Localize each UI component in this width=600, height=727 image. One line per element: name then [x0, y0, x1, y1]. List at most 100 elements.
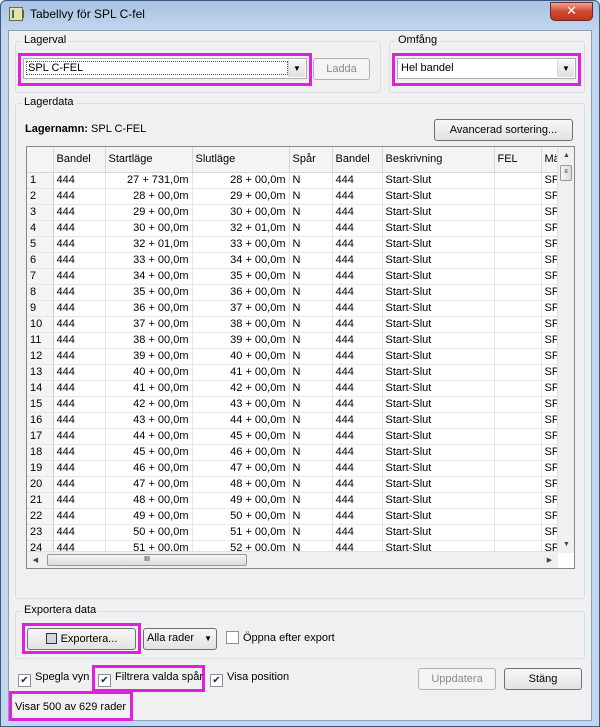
table-cell[interactable]: 47 + 00,0m	[192, 460, 290, 477]
table-cell[interactable]: SP	[541, 268, 558, 285]
title-bar[interactable]: Tabellvy för SPL C-fel ✕	[1, 1, 599, 27]
table-cell[interactable]: 36 + 00,0m	[105, 300, 193, 317]
table-cell[interactable]: 444	[53, 188, 106, 205]
table-cell[interactable]: SP	[541, 524, 558, 541]
advanced-sort-button[interactable]: Avancerad sortering...	[434, 119, 573, 141]
scope-select[interactable]: Hel bandel ▼	[397, 58, 576, 79]
table-cell[interactable]: 38 + 00,0m	[105, 332, 193, 349]
table-cell[interactable]: 48 + 00,0m	[105, 492, 193, 509]
table-cell[interactable]: N	[289, 492, 333, 509]
table-cell[interactable]	[494, 348, 542, 365]
table-cell[interactable]: N	[289, 524, 333, 541]
table-cell[interactable]	[494, 444, 542, 461]
chevron-down-icon[interactable]: ▼	[204, 634, 212, 643]
table-cell[interactable]	[494, 284, 542, 301]
table-row[interactable]: 12 444 39 + 00,0m 40 + 00,0m N 444 Start-Slut S…	[27, 348, 558, 365]
table-cell[interactable]	[494, 492, 542, 509]
table-cell[interactable]: N	[289, 332, 333, 349]
table-cell[interactable]: 49 + 00,0m	[192, 492, 290, 509]
table-cell[interactable]: 46 + 00,0m	[105, 460, 193, 477]
load-button[interactable]: Ladda	[313, 58, 370, 80]
row-number[interactable]: 8	[27, 284, 54, 301]
table-cell[interactable]: Start-Slut	[382, 380, 495, 397]
table-cell[interactable]: 444	[332, 220, 383, 237]
table-cell[interactable]: 42 + 00,0m	[105, 396, 193, 413]
table-cell[interactable]: 32 + 01,0m	[192, 220, 290, 237]
scroll-left-icon[interactable]: ◀	[27, 552, 44, 568]
table-cell[interactable]: SP	[541, 284, 558, 301]
row-number[interactable]: 18	[27, 444, 54, 461]
close-window-button[interactable]: ✕	[550, 2, 593, 21]
table-cell[interactable]	[494, 220, 542, 237]
table-cell[interactable]: 50 + 00,0m	[192, 508, 290, 525]
table-cell[interactable]: 34 + 00,0m	[105, 268, 193, 285]
table-cell[interactable]: 29 + 00,0m	[105, 204, 193, 221]
table-cell[interactable]: Start-Slut	[382, 236, 495, 253]
row-number[interactable]: 7	[27, 268, 54, 285]
table-cell[interactable]: Start-Slut	[382, 428, 495, 445]
table-cell[interactable]: 444	[332, 444, 383, 461]
table-cell[interactable]: 444	[332, 364, 383, 381]
row-number[interactable]: 17	[27, 428, 54, 445]
table-cell[interactable]: 45 + 00,0m	[192, 428, 290, 445]
table-cell[interactable]: 444	[53, 300, 106, 317]
table-cell[interactable]: 444	[332, 476, 383, 493]
table-cell[interactable]: 37 + 00,0m	[105, 316, 193, 333]
column-header[interactable]: Bandel	[332, 147, 383, 173]
scroll-right-icon[interactable]: ▶	[541, 552, 558, 568]
layer-select[interactable]: SPL C-FEL ▼	[23, 58, 307, 79]
table-cell[interactable]: 444	[53, 412, 106, 429]
table-cell[interactable]	[494, 204, 542, 221]
table-cell[interactable]: SP	[541, 332, 558, 349]
table-cell[interactable]: 45 + 00,0m	[105, 444, 193, 461]
table-cell[interactable]: N	[289, 252, 333, 269]
table-row[interactable]: 20 444 47 + 00,0m 48 + 00,0m N 444 Start-Slut S…	[27, 476, 558, 493]
table-cell[interactable]: 444	[53, 380, 106, 397]
table-cell[interactable]: Start-Slut	[382, 204, 495, 221]
table-cell[interactable]: 444	[53, 444, 106, 461]
table-cell[interactable]: 444	[332, 204, 383, 221]
table-cell[interactable]: 42 + 00,0m	[192, 380, 290, 397]
table-cell[interactable]: N	[289, 204, 333, 221]
table-cell[interactable]: SP	[541, 252, 558, 269]
row-number[interactable]: 23	[27, 524, 54, 541]
table-cell[interactable]: Start-Slut	[382, 524, 495, 541]
checkbox-box[interactable]	[226, 631, 239, 644]
table-cell[interactable]: N	[289, 364, 333, 381]
table-cell[interactable]: Start-Slut	[382, 444, 495, 461]
scroll-down-icon[interactable]: ▼	[558, 536, 574, 553]
table-row[interactable]: 10 444 37 + 00,0m 38 + 00,0m N 444 Start-Slut S…	[27, 316, 558, 333]
table-cell[interactable]: 444	[332, 188, 383, 205]
check-icon[interactable]: ✔	[210, 674, 223, 687]
table-cell[interactable]: 29 + 00,0m	[192, 188, 290, 205]
table-cell[interactable]: 444	[332, 300, 383, 317]
horizontal-scrollbar[interactable]: ◀ III ▶	[27, 551, 558, 568]
table-cell[interactable]: 444	[332, 492, 383, 509]
table-cell[interactable]: Start-Slut	[382, 412, 495, 429]
table-row[interactable]: 15 444 42 + 00,0m 43 + 00,0m N 444 Start-Slut S…	[27, 396, 558, 413]
table-cell[interactable]: Start-Slut	[382, 284, 495, 301]
table-row[interactable]: 14 444 41 + 00,0m 42 + 00,0m N 444 Start-Slut S…	[27, 380, 558, 397]
table-cell[interactable]: SP	[541, 236, 558, 253]
chevron-down-icon[interactable]: ▼	[557, 60, 574, 77]
table-row[interactable]: 844435 + 00,0m36 + 00,0mN444Start-SlutSP	[27, 284, 558, 301]
table-row[interactable]: 18 444 45 + 00,0m 46 + 00,0m N 444 Start-Slut S…	[27, 444, 558, 461]
table-cell[interactable]: Start-Slut	[382, 508, 495, 525]
table-cell[interactable]: 444	[53, 476, 106, 493]
table-cell[interactable]: 444	[332, 268, 383, 285]
table-cell[interactable]: 33 + 00,0m	[105, 252, 193, 269]
table-cell[interactable]: 444	[53, 460, 106, 477]
row-number[interactable]: 22	[27, 508, 54, 525]
table-cell[interactable]: Start-Slut	[382, 316, 495, 333]
table-cell[interactable]: 444	[53, 332, 106, 349]
table-row[interactable]: 19 444 46 + 00,0m 47 + 00,0m N 444 Start-Slut S…	[27, 460, 558, 477]
row-number[interactable]: 13	[27, 364, 54, 381]
table-cell[interactable]: 50 + 00,0m	[105, 524, 193, 541]
row-number[interactable]: 10	[27, 316, 54, 333]
table-cell[interactable]: 28 + 00,0m	[192, 172, 290, 189]
table-row[interactable]: 16 444 43 + 00,0m 44 + 00,0m N 444 Start-Slut S…	[27, 412, 558, 429]
vertical-scroll-thumb[interactable]: ≡	[560, 165, 572, 181]
table-cell[interactable]: SP	[541, 220, 558, 237]
table-cell[interactable]: SP	[541, 412, 558, 429]
table-cell[interactable]: SP	[541, 364, 558, 381]
